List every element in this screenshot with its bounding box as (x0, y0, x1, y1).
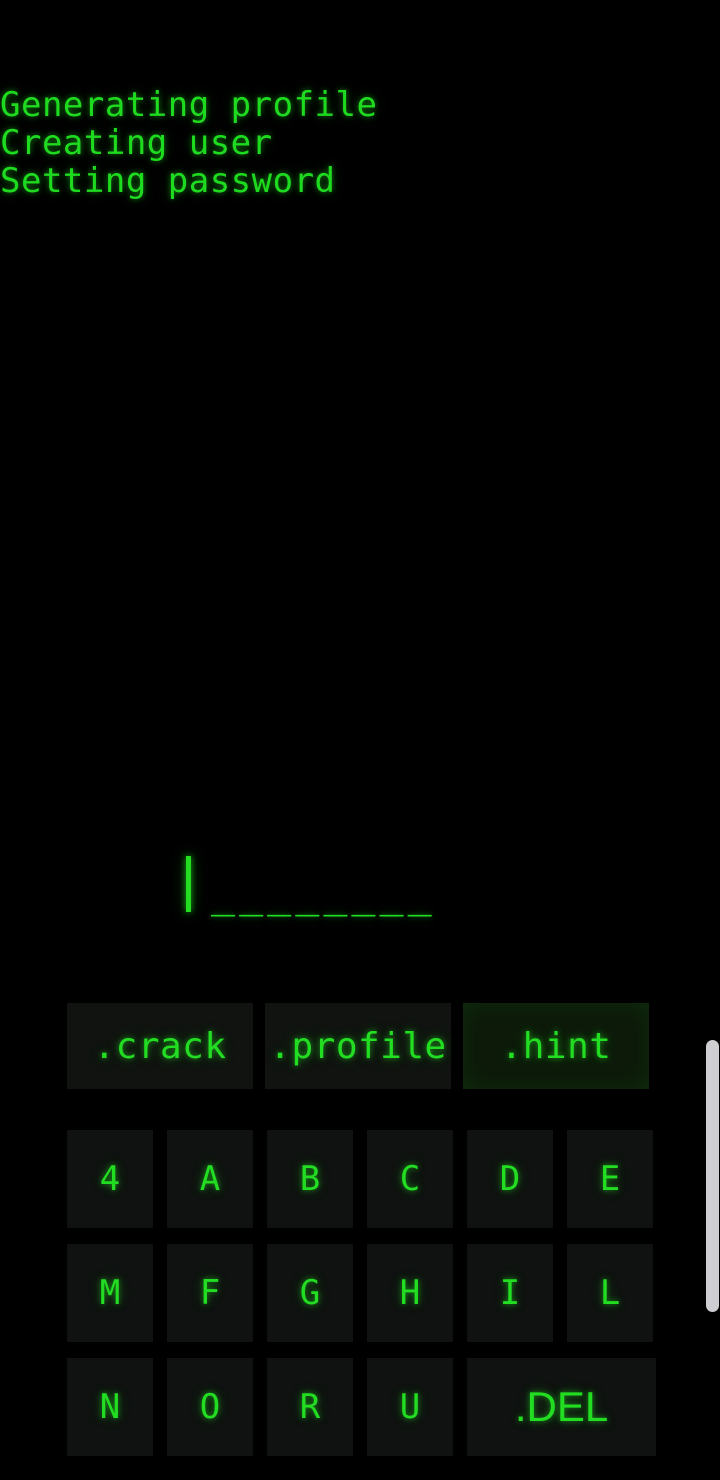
keyboard-row: 4 A B C D E (67, 1130, 663, 1228)
virtual-keyboard: 4 A B C D E M F G H I L N O R U .DEL (67, 1130, 663, 1472)
key-delete[interactable]: .DEL (467, 1358, 656, 1456)
key-c[interactable]: C (367, 1130, 453, 1228)
key-g[interactable]: G (267, 1244, 353, 1342)
key-o[interactable]: O (167, 1358, 253, 1456)
terminal-log-line: Setting password (0, 161, 336, 201)
terminal-log-line: Generating profile (0, 85, 378, 125)
scrollbar-thumb[interactable] (706, 1040, 719, 1312)
command-button-profile[interactable]: .profile (265, 1003, 451, 1089)
key-e[interactable]: E (567, 1130, 653, 1228)
command-button-row: .crack .profile .hint (67, 1003, 663, 1089)
scrollbar-track[interactable] (706, 1000, 720, 1400)
key-h[interactable]: H (367, 1244, 453, 1342)
key-i[interactable]: I (467, 1244, 553, 1342)
command-button-hint[interactable]: .hint (463, 1003, 649, 1089)
keyboard-row: N O R U .DEL (67, 1358, 663, 1456)
app-screen: Generating profile Creating user Setting… (0, 0, 720, 1480)
key-u[interactable]: U (367, 1358, 453, 1456)
key-4[interactable]: 4 (67, 1130, 153, 1228)
key-a[interactable]: A (167, 1130, 253, 1228)
password-entry-field[interactable]: ________ (186, 852, 436, 914)
key-r[interactable]: R (267, 1358, 353, 1456)
key-l[interactable]: L (567, 1244, 653, 1342)
key-d[interactable]: D (467, 1130, 553, 1228)
password-slots: ________ (211, 871, 436, 917)
key-m[interactable]: M (67, 1244, 153, 1342)
key-f[interactable]: F (167, 1244, 253, 1342)
text-cursor (186, 856, 191, 912)
key-b[interactable]: B (267, 1130, 353, 1228)
key-n[interactable]: N (67, 1358, 153, 1456)
terminal-log-line: Creating user (0, 123, 273, 163)
keyboard-row: M F G H I L (67, 1244, 663, 1342)
command-button-crack[interactable]: .crack (67, 1003, 253, 1089)
terminal-log: Generating profile Creating user Setting… (0, 86, 700, 200)
